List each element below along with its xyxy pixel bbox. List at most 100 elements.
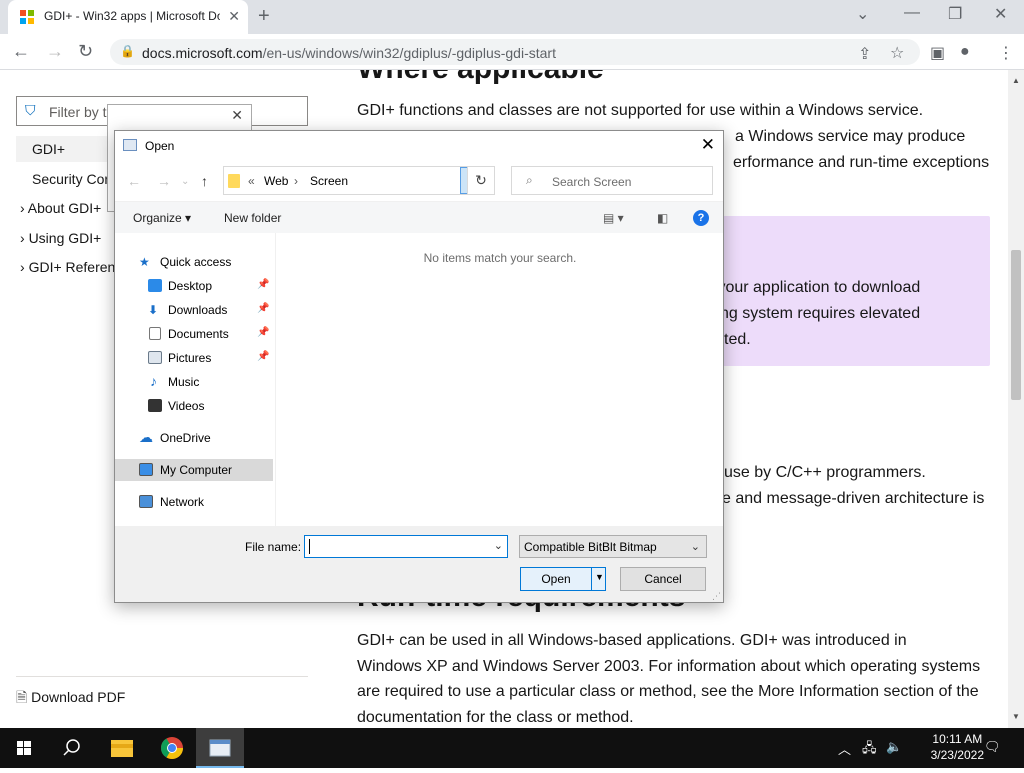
scrollbar-thumb[interactable] <box>1011 250 1021 400</box>
download-pdf-label: Download PDF <box>31 689 126 705</box>
refresh-button[interactable]: ↻ <box>467 166 495 195</box>
nav-label: Documents <box>168 327 229 341</box>
nav-item-videos[interactable]: Videos <box>115 395 273 417</box>
start-button[interactable] <box>0 728 48 768</box>
breadcrumb-overflow[interactable]: « <box>248 174 255 188</box>
file-name-input[interactable]: ⌄ <box>304 535 508 558</box>
open-button[interactable]: Open ▼ <box>520 567 606 591</box>
profile-icon[interactable]: ● <box>960 43 970 61</box>
volume-icon[interactable]: 🔈 <box>886 739 902 755</box>
recent-locations-icon[interactable]: ⌄ <box>181 176 189 187</box>
paragraph-line: e and message-driven architecture is <box>722 490 985 507</box>
chevron-down-icon[interactable]: ⌄ <box>494 539 503 552</box>
toc-label: About GDI+ <box>27 200 102 216</box>
toc-item-using[interactable]: › Using GDI+ <box>20 230 101 246</box>
back-icon[interactable]: ← <box>127 173 141 189</box>
organize-menu[interactable]: Organize ▾ <box>133 211 191 225</box>
paragraph-line: are required to use a particular class o… <box>357 683 979 700</box>
pin-icon: 📌 <box>257 279 270 290</box>
notifications-icon[interactable]: 🗨 <box>984 739 1001 755</box>
show-hidden-icons[interactable]: ︿ <box>838 739 851 758</box>
address-bar[interactable]: 🔒 docs.microsoft.com/en-us/windows/win32… <box>110 39 920 65</box>
tab-title: GDI+ - Win32 apps | Microsoft Docs <box>44 9 220 23</box>
network-tray-icon[interactable]: 🖧 <box>862 739 877 761</box>
scroll-down-icon[interactable]: ▼ <box>1012 712 1020 721</box>
new-folder-button[interactable]: New folder <box>224 211 281 225</box>
bookmark-star-icon[interactable]: ☆ <box>890 43 904 63</box>
music-note-icon: ♪ <box>150 373 157 389</box>
document-icon <box>149 327 161 340</box>
up-icon[interactable]: ↑ <box>201 173 208 189</box>
share-icon[interactable]: ⇪ <box>858 44 871 64</box>
pin-icon: 📌 <box>257 327 270 338</box>
cancel-button[interactable]: Cancel <box>620 567 706 591</box>
nav-item-downloads[interactable]: ⬇ Downloads 📌 <box>115 299 273 321</box>
active-app-button[interactable] <box>196 728 244 768</box>
toc-selected-bg <box>16 136 116 162</box>
empty-message: No items match your search. <box>423 251 577 265</box>
text-caret <box>309 539 310 554</box>
pin-icon: 📌 <box>257 351 270 362</box>
menu-icon[interactable]: ⋮ <box>998 43 1014 63</box>
nav-item-music[interactable]: ♪ Music <box>115 371 273 393</box>
resize-grip-icon[interactable]: ⋰ <box>712 591 721 602</box>
chrome-button[interactable] <box>148 728 196 768</box>
file-type-select[interactable]: Compatible BitBlt Bitmap ⌄ <box>519 535 707 558</box>
tab-search-icon[interactable]: ⌄ <box>856 4 869 24</box>
filter-icon: ⛉ <box>25 102 36 118</box>
back-icon[interactable]: ← <box>12 41 30 62</box>
file-list-area[interactable]: No items match your search. <box>275 233 723 526</box>
refresh-icon: ↻ <box>475 172 487 188</box>
toc-item-security[interactable]: Security Con <box>32 171 112 187</box>
scroll-up-icon[interactable]: ▲ <box>1012 76 1020 85</box>
dialog-close-icon[interactable]: ✕ <box>701 135 715 155</box>
toc-item-reference[interactable]: › GDI+ Referen <box>20 259 115 275</box>
nav-item-network[interactable]: Network <box>115 491 273 513</box>
download-pdf-link[interactable]: 🗎 Download PDF <box>16 676 308 711</box>
breadcrumb-screen[interactable]: Screen <box>310 174 348 188</box>
nav-item-my-computer[interactable]: My Computer <box>115 459 273 481</box>
breadcrumb-web[interactable]: Web <box>264 174 288 188</box>
nav-item-quick-access[interactable]: ★ Quick access <box>115 251 273 273</box>
nav-item-desktop[interactable]: Desktop 📌 <box>115 275 273 297</box>
paragraph-line: a Windows service may produce <box>735 128 966 145</box>
search-input[interactable]: ⌕ Search Screen <box>511 166 713 195</box>
paragraph-line: use by C/C++ programmers. <box>724 464 926 481</box>
close-tab-icon[interactable]: ✕ <box>228 8 240 25</box>
windows-logo-icon <box>17 741 31 755</box>
nav-item-pictures[interactable]: Pictures 📌 <box>115 347 273 369</box>
paragraph-line: erformance and run-time exceptions <box>733 154 990 171</box>
close-icon[interactable]: ✕ <box>231 107 243 124</box>
toc-item-about[interactable]: › About GDI+ <box>20 200 101 216</box>
address-breadcrumb[interactable]: « Web › Screen ⌄ <box>223 166 493 195</box>
minimize-icon[interactable]: — <box>904 4 920 22</box>
dialog-command-bar: Organize ▾ New folder ▤ ▾ ◧ ? <box>115 201 723 233</box>
nav-item-documents[interactable]: Documents 📌 <box>115 323 273 345</box>
side-panel-icon[interactable]: ▣ <box>930 43 945 63</box>
filter-placeholder: Filter by t <box>49 104 107 120</box>
new-tab-icon[interactable]: + <box>258 5 270 28</box>
clock[interactable]: 10:11 AM 3/23/2022 <box>931 731 984 763</box>
help-icon[interactable]: ? <box>693 210 709 226</box>
network-icon <box>139 495 153 508</box>
close-window-icon[interactable]: ✕ <box>994 4 1007 24</box>
open-button-label: Open <box>541 572 571 586</box>
forward-icon[interactable]: → <box>157 173 171 189</box>
open-split-dropdown[interactable]: ▼ <box>591 568 605 590</box>
toc-item-gdi[interactable]: GDI+ <box>32 141 65 157</box>
chevron-down-icon: ⌄ <box>690 541 700 553</box>
restore-icon[interactable]: ❐ <box>948 4 962 24</box>
file-explorer-button[interactable] <box>98 728 146 768</box>
view-options-icon[interactable]: ▤ ▾ <box>603 211 624 225</box>
clock-date: 3/23/2022 <box>930 748 984 762</box>
nav-label: Downloads <box>168 303 228 317</box>
callout-line: ting system requires elevated <box>712 305 921 322</box>
nav-item-onedrive[interactable]: ☁ OneDrive <box>115 427 273 449</box>
nav-label: Pictures <box>168 351 212 365</box>
page-scrollbar[interactable]: ▲ ▼ <box>1008 70 1024 728</box>
browser-tab[interactable]: GDI+ - Win32 apps | Microsoft Docs ✕ <box>8 0 248 34</box>
forward-icon[interactable]: → <box>46 41 64 62</box>
search-button[interactable] <box>48 728 96 768</box>
preview-pane-icon[interactable]: ◧ <box>657 211 668 225</box>
reload-icon[interactable]: ↻ <box>78 41 93 62</box>
